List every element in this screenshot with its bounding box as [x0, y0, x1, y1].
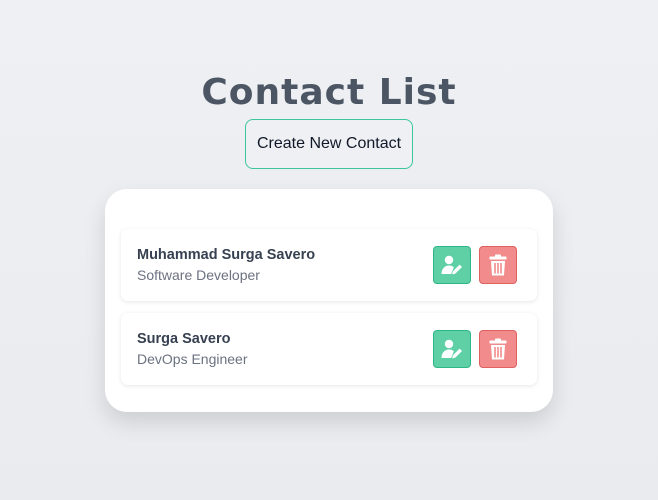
create-contact-button[interactable]: Create New Contact: [245, 119, 413, 169]
trash-icon: [489, 338, 507, 360]
delete-contact-button[interactable]: [479, 246, 517, 284]
contact-row: Surga Savero DevOps Engineer: [121, 313, 537, 385]
trash-icon: [489, 254, 507, 276]
contact-role: Software Developer: [137, 267, 260, 283]
user-edit-icon: [441, 255, 462, 275]
contact-row: Muhammad Surga Savero Software Developer: [121, 229, 537, 301]
user-edit-icon: [441, 339, 462, 359]
contact-role: DevOps Engineer: [137, 351, 248, 367]
contact-name: Surga Savero: [137, 331, 231, 347]
page-title: Contact List: [201, 72, 457, 114]
edit-contact-button[interactable]: [433, 246, 471, 284]
contact-list-card: Muhammad Surga Savero Software Developer…: [105, 189, 553, 412]
delete-contact-button[interactable]: [479, 330, 517, 368]
edit-contact-button[interactable]: [433, 330, 471, 368]
contact-name: Muhammad Surga Savero: [137, 247, 316, 263]
